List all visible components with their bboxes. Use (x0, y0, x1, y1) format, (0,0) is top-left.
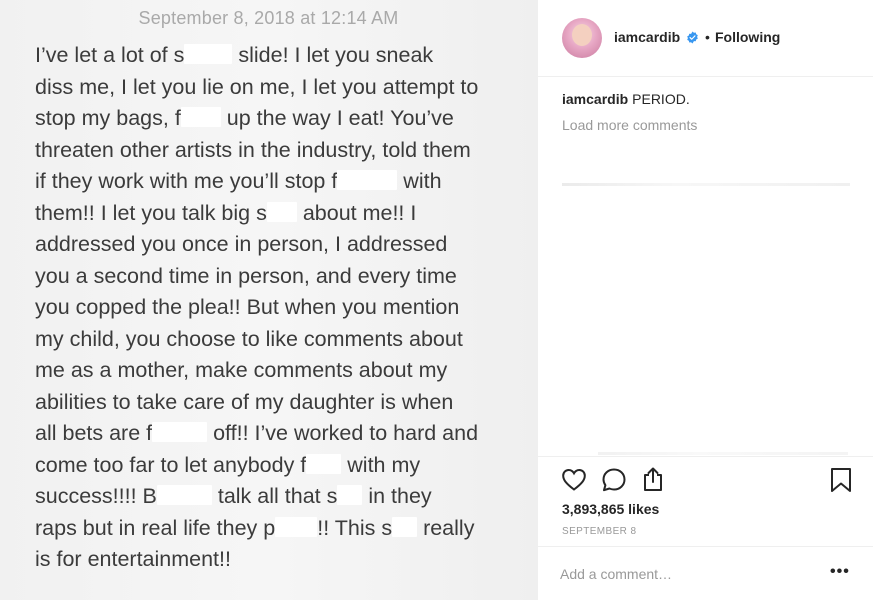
note-text-segment: them!! I let you talk big s (35, 200, 267, 225)
comment-input[interactable] (560, 563, 810, 585)
post-image: September 8, 2018 at 12:14 AM I’ve let a… (0, 0, 537, 600)
note-text-segment: with (397, 169, 442, 193)
note-text-segment: abilities to take care of my daughter is… (35, 389, 454, 414)
post-actions: 3,893,865 likes SEPTEMBER 8 (538, 456, 873, 546)
note-line: all bets are f off!! I’ve worked to hard… (35, 418, 515, 450)
note-text-segment: is for entertainment!! (35, 547, 231, 571)
note-text-segment: raps but in real life they p (35, 515, 276, 540)
censor-box (184, 44, 233, 64)
note-line: you copped the plea!! But when you menti… (35, 292, 515, 324)
censor-box (337, 485, 363, 505)
note-text-segment: my child, you choose to like comments ab… (35, 326, 463, 351)
faded-comment-edge (562, 183, 850, 186)
load-more-comments[interactable]: Load more comments (562, 117, 697, 133)
faded-comment-edge (598, 452, 848, 455)
caption: iamcardib PERIOD. (562, 91, 690, 107)
following-button[interactable]: Following (715, 29, 780, 45)
header-username[interactable]: iamcardib (614, 29, 680, 45)
censor-box (392, 516, 418, 537)
post-header: iamcardib • Following (538, 0, 873, 77)
censor-box (180, 107, 221, 127)
note-line: success!!!! B talk all that s in they (35, 481, 515, 513)
note-text: I’ve let a lot of s slide! I let you sne… (35, 40, 515, 576)
note-text-segment: really (417, 515, 475, 540)
bookmark-icon[interactable] (828, 467, 854, 493)
share-icon[interactable] (640, 466, 666, 492)
note-text-segment: stop my bags, f (35, 106, 181, 130)
note-line: my child, you choose to like comments ab… (35, 324, 515, 356)
note-line: diss me, I let you lie on me, I let you … (35, 72, 515, 104)
note-line: addressed you once in person, I addresse… (35, 229, 515, 261)
caption-text: PERIOD. (632, 91, 690, 107)
note-line: abilities to take care of my daughter is… (35, 387, 515, 419)
avatar[interactable] (562, 18, 602, 58)
note-text-segment: slide! I let you sneak (232, 43, 434, 67)
note-date: September 8, 2018 at 12:14 AM (138, 8, 399, 28)
note-line: come too far to let anybody f with my (35, 450, 515, 482)
note-text-segment: all bets are f (35, 421, 153, 445)
note-line: if they work with me you’ll stop f with (35, 166, 515, 198)
note-text-segment: up the way I eat! You’ve (220, 106, 454, 130)
heart-icon[interactable] (561, 467, 587, 493)
note-text-segment: I’ve let a lot of s (35, 43, 185, 67)
note-line: is for entertainment!! (35, 544, 515, 576)
censor-box (306, 453, 342, 474)
likes-count[interactable]: 3,893,865 likes (562, 501, 659, 517)
note-text-segment: about me!! I (296, 200, 417, 225)
post-date[interactable]: SEPTEMBER 8 (562, 526, 636, 537)
note-line: raps but in real life they p !! This s re… (35, 513, 515, 545)
note-line: stop my bags, f up the way I eat! You’ve (35, 103, 515, 135)
note-text-segment: you copped the plea!! But when you menti… (35, 295, 460, 319)
censor-box (152, 422, 208, 442)
note-text-segment: if they work with me you’ll stop f (35, 169, 338, 193)
censor-box (337, 170, 398, 190)
caption-username[interactable]: iamcardib (562, 91, 628, 107)
note-text-segment: me as a mother, make comments about my (35, 358, 448, 382)
comment-icon[interactable] (601, 467, 627, 493)
more-options-icon[interactable]: ••• (830, 564, 850, 580)
note-text-segment: you a second time in person, and every t… (35, 263, 457, 288)
note-text-segment: in they (362, 484, 432, 508)
note-line: you a second time in person, and every t… (35, 261, 515, 293)
note-text-segment: with my (341, 452, 421, 477)
note-text-segment: diss me, I let you lie on me, I let you … (35, 74, 479, 99)
note-text-segment: talk all that s (211, 484, 338, 508)
post-side-panel: iamcardib • Following iamcardib PERIOD. L… (537, 0, 873, 600)
note-line: I’ve let a lot of s slide! I let you sne… (35, 40, 515, 72)
separator-dot: • (705, 29, 710, 45)
add-comment-bar: ••• (538, 546, 873, 600)
note-line: them!! I let you talk big s about me!! I (35, 198, 515, 230)
censor-box (275, 516, 318, 537)
verified-icon (687, 31, 698, 44)
note-text-segment: success!!!! B (35, 484, 157, 508)
note-text-segment: come too far to let anybody f (35, 452, 307, 477)
note-text-segment: threaten other artists in the industry, … (35, 137, 471, 162)
note-line: me as a mother, make comments about my (35, 355, 515, 387)
censor-box (156, 485, 212, 505)
note-text-segment: addressed you once in person, I addresse… (35, 232, 448, 256)
censor-box (266, 201, 297, 222)
note-text-segment: off!! I’ve worked to hard and (207, 421, 479, 445)
note-text-segment: !! This s (317, 515, 393, 540)
note-line: threaten other artists in the industry, … (35, 135, 515, 167)
